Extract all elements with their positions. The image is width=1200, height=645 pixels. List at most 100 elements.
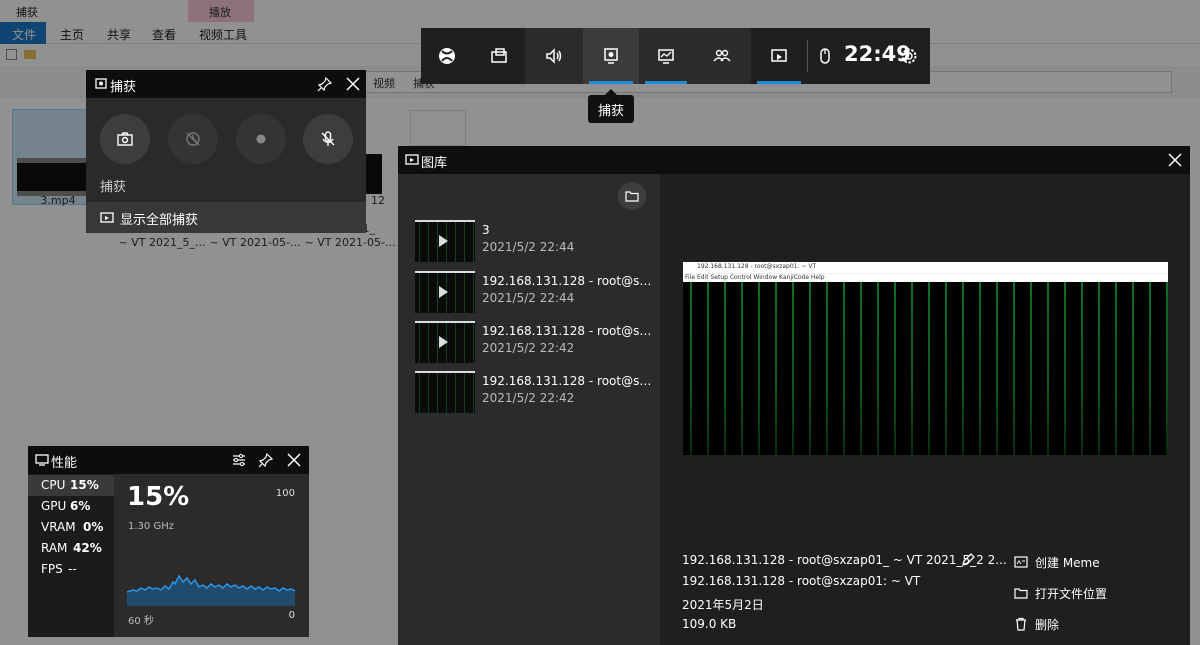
- metric-row-gpu[interactable]: GPU 6%: [28, 496, 114, 517]
- preview-menu-bar: File Edit Setup Control Window KanjiCode…: [683, 273, 1168, 282]
- mouse-lock-button[interactable]: [813, 28, 837, 84]
- video-thumbnail: [415, 271, 475, 313]
- capture-list-item-selected[interactable]: 192.168.131.128 - root@sxzap... 2021/5/2…: [415, 371, 660, 415]
- tab-view[interactable]: 查看: [152, 26, 176, 43]
- open-file-location-button[interactable]: 打开文件位置: [1035, 585, 1107, 602]
- metric-value: 42%: [73, 541, 102, 555]
- metric-value: 6%: [70, 499, 91, 513]
- file-name: ~ VT 2021_5_...: [118, 236, 206, 249]
- widget-menu-button[interactable]: [473, 28, 525, 84]
- close-icon[interactable]: [1166, 151, 1184, 169]
- graph-max-label: 100: [275, 488, 295, 499]
- audio-icon: [546, 48, 562, 64]
- microphone-toggle-button[interactable]: [303, 114, 353, 164]
- capture-button[interactable]: [583, 28, 639, 84]
- metric-row-vram[interactable]: VRAM 0%: [28, 517, 114, 538]
- breadcrumb-videos[interactable]: 视频: [373, 75, 395, 91]
- microphone-muted-icon: [321, 131, 335, 146]
- pin-icon[interactable]: [257, 451, 275, 469]
- gallery-button[interactable]: [751, 28, 807, 84]
- capture-name: 192.168.131.128 - root@sxzap...: [482, 274, 657, 288]
- capture-date-long: 2021年5月2日: [682, 598, 764, 612]
- gallery-header: 图库: [398, 146, 1190, 174]
- document-icon[interactable]: [410, 110, 466, 146]
- performance-icon: [35, 454, 49, 466]
- capture-preview[interactable]: 192.168.131.128 - root@sxzap01: ~ VT Fil…: [683, 262, 1168, 455]
- metric-row-cpu[interactable]: CPU 15%: [28, 475, 114, 496]
- explorer-title-bar: 捕获: [0, 0, 1200, 22]
- capture-name: 192.168.131.128 - root@sxzap...: [482, 374, 657, 388]
- cpu-percent: 15%: [127, 482, 190, 512]
- gallery-icon: [771, 49, 787, 62]
- social-icon: [713, 49, 731, 62]
- xbox-icon: [439, 48, 455, 64]
- ribbon-context-play[interactable]: 播放: [188, 0, 254, 22]
- metric-value: --: [68, 562, 77, 576]
- video-thumbnail: [415, 321, 475, 363]
- metric-value: 15%: [70, 478, 99, 492]
- capture-date: 2021/5/2 22:42: [482, 391, 575, 405]
- folder-icon[interactable]: [24, 50, 36, 59]
- thumbnail-preview: [415, 373, 475, 413]
- capture-header: 捕获: [86, 70, 366, 98]
- terminal-shade: [683, 282, 1168, 455]
- capture-list-item[interactable]: 3 2021/5/2 22:44: [415, 220, 660, 264]
- explorer-title: 捕获: [16, 6, 38, 19]
- capture-list-item[interactable]: 192.168.131.128 - root@sxzap... 2021/5/2…: [415, 321, 660, 365]
- tab-share[interactable]: 共享: [107, 26, 131, 43]
- audio-button[interactable]: [525, 28, 583, 84]
- capture-name: 192.168.131.128 - root@sxzap...: [482, 324, 657, 338]
- folder-icon: [625, 191, 639, 202]
- capture-list-item[interactable]: 192.168.131.128 - root@sxzap... 2021/5/2…: [415, 271, 660, 315]
- video-thumbnail: [415, 220, 475, 262]
- tab-home[interactable]: 主页: [60, 26, 84, 43]
- show-all-captures-button[interactable]: 显示全部捕获: [86, 202, 366, 233]
- performance-button[interactable]: [639, 28, 693, 84]
- capture-name: 3: [482, 223, 490, 237]
- file-name: ~ VT 2021-05-...: [209, 236, 301, 249]
- metric-detail: 15% 1.30 GHz 100 60 秒 0: [114, 474, 309, 637]
- close-icon[interactable]: [285, 451, 303, 469]
- capture-widget: 捕获 捕获 显示全部捕获: [86, 70, 366, 233]
- history-icon: [186, 132, 200, 146]
- metric-row-ram[interactable]: RAM 42%: [28, 538, 114, 559]
- start-recording-button[interactable]: [236, 114, 286, 164]
- pin-icon[interactable]: [316, 75, 334, 93]
- close-icon[interactable]: [344, 75, 362, 93]
- widget-store-icon: [491, 48, 507, 63]
- xbox-button[interactable]: [421, 28, 473, 84]
- metric-label: CPU: [41, 478, 66, 492]
- play-icon: [439, 235, 448, 247]
- cpu-usage-graph: [127, 574, 295, 606]
- screenshot-button[interactable]: [100, 114, 150, 164]
- delete-button[interactable]: 删除: [1035, 616, 1059, 633]
- gallery-title: 图库: [421, 156, 448, 171]
- tab-file[interactable]: 文件: [0, 22, 46, 44]
- create-meme-button[interactable]: 创建 Meme: [1035, 554, 1100, 571]
- open-folder-button[interactable]: [618, 182, 646, 210]
- preview-window-title-bar: 192.168.131.128 - root@sxzap01: ~ VT: [683, 262, 1168, 273]
- capture-title: 捕获: [110, 80, 137, 95]
- play-context-label: 播放: [209, 6, 231, 19]
- checkbox-icon[interactable]: [6, 49, 17, 60]
- tab-video-tools[interactable]: 视频工具: [199, 26, 247, 43]
- file-name: ~ VT 2021-05-...: [304, 236, 396, 249]
- camera-icon: [117, 132, 133, 146]
- video-thumbnail-partial[interactable]: [366, 154, 382, 194]
- capture-file-name: 192.168.131.128 - root@sxzap01_ ~ VT 202…: [682, 553, 1007, 567]
- active-indicator: [589, 81, 633, 84]
- settings-button[interactable]: [897, 28, 921, 84]
- meme-icon: [1014, 556, 1028, 568]
- edit-pencil-icon[interactable]: [960, 552, 976, 568]
- mouse-icon: [820, 48, 830, 64]
- record-last-30s-button[interactable]: [168, 114, 218, 164]
- performance-widget: 性能 CPU 15% GPU 6% VRAM 0% RAM 42% FPS -- 15% …: [28, 446, 309, 637]
- metric-label: VRAM: [41, 520, 76, 534]
- screenshot-thumbnail: [415, 371, 475, 413]
- gallery-widget: 图库 3 2021/5/2 22:44 192.168.131.128 - ro…: [398, 146, 1190, 645]
- social-button[interactable]: [693, 28, 751, 84]
- capture-icon: [95, 78, 107, 89]
- capture-icon: [604, 48, 618, 64]
- metric-row-fps[interactable]: FPS --: [28, 559, 114, 580]
- options-icon[interactable]: [230, 451, 248, 469]
